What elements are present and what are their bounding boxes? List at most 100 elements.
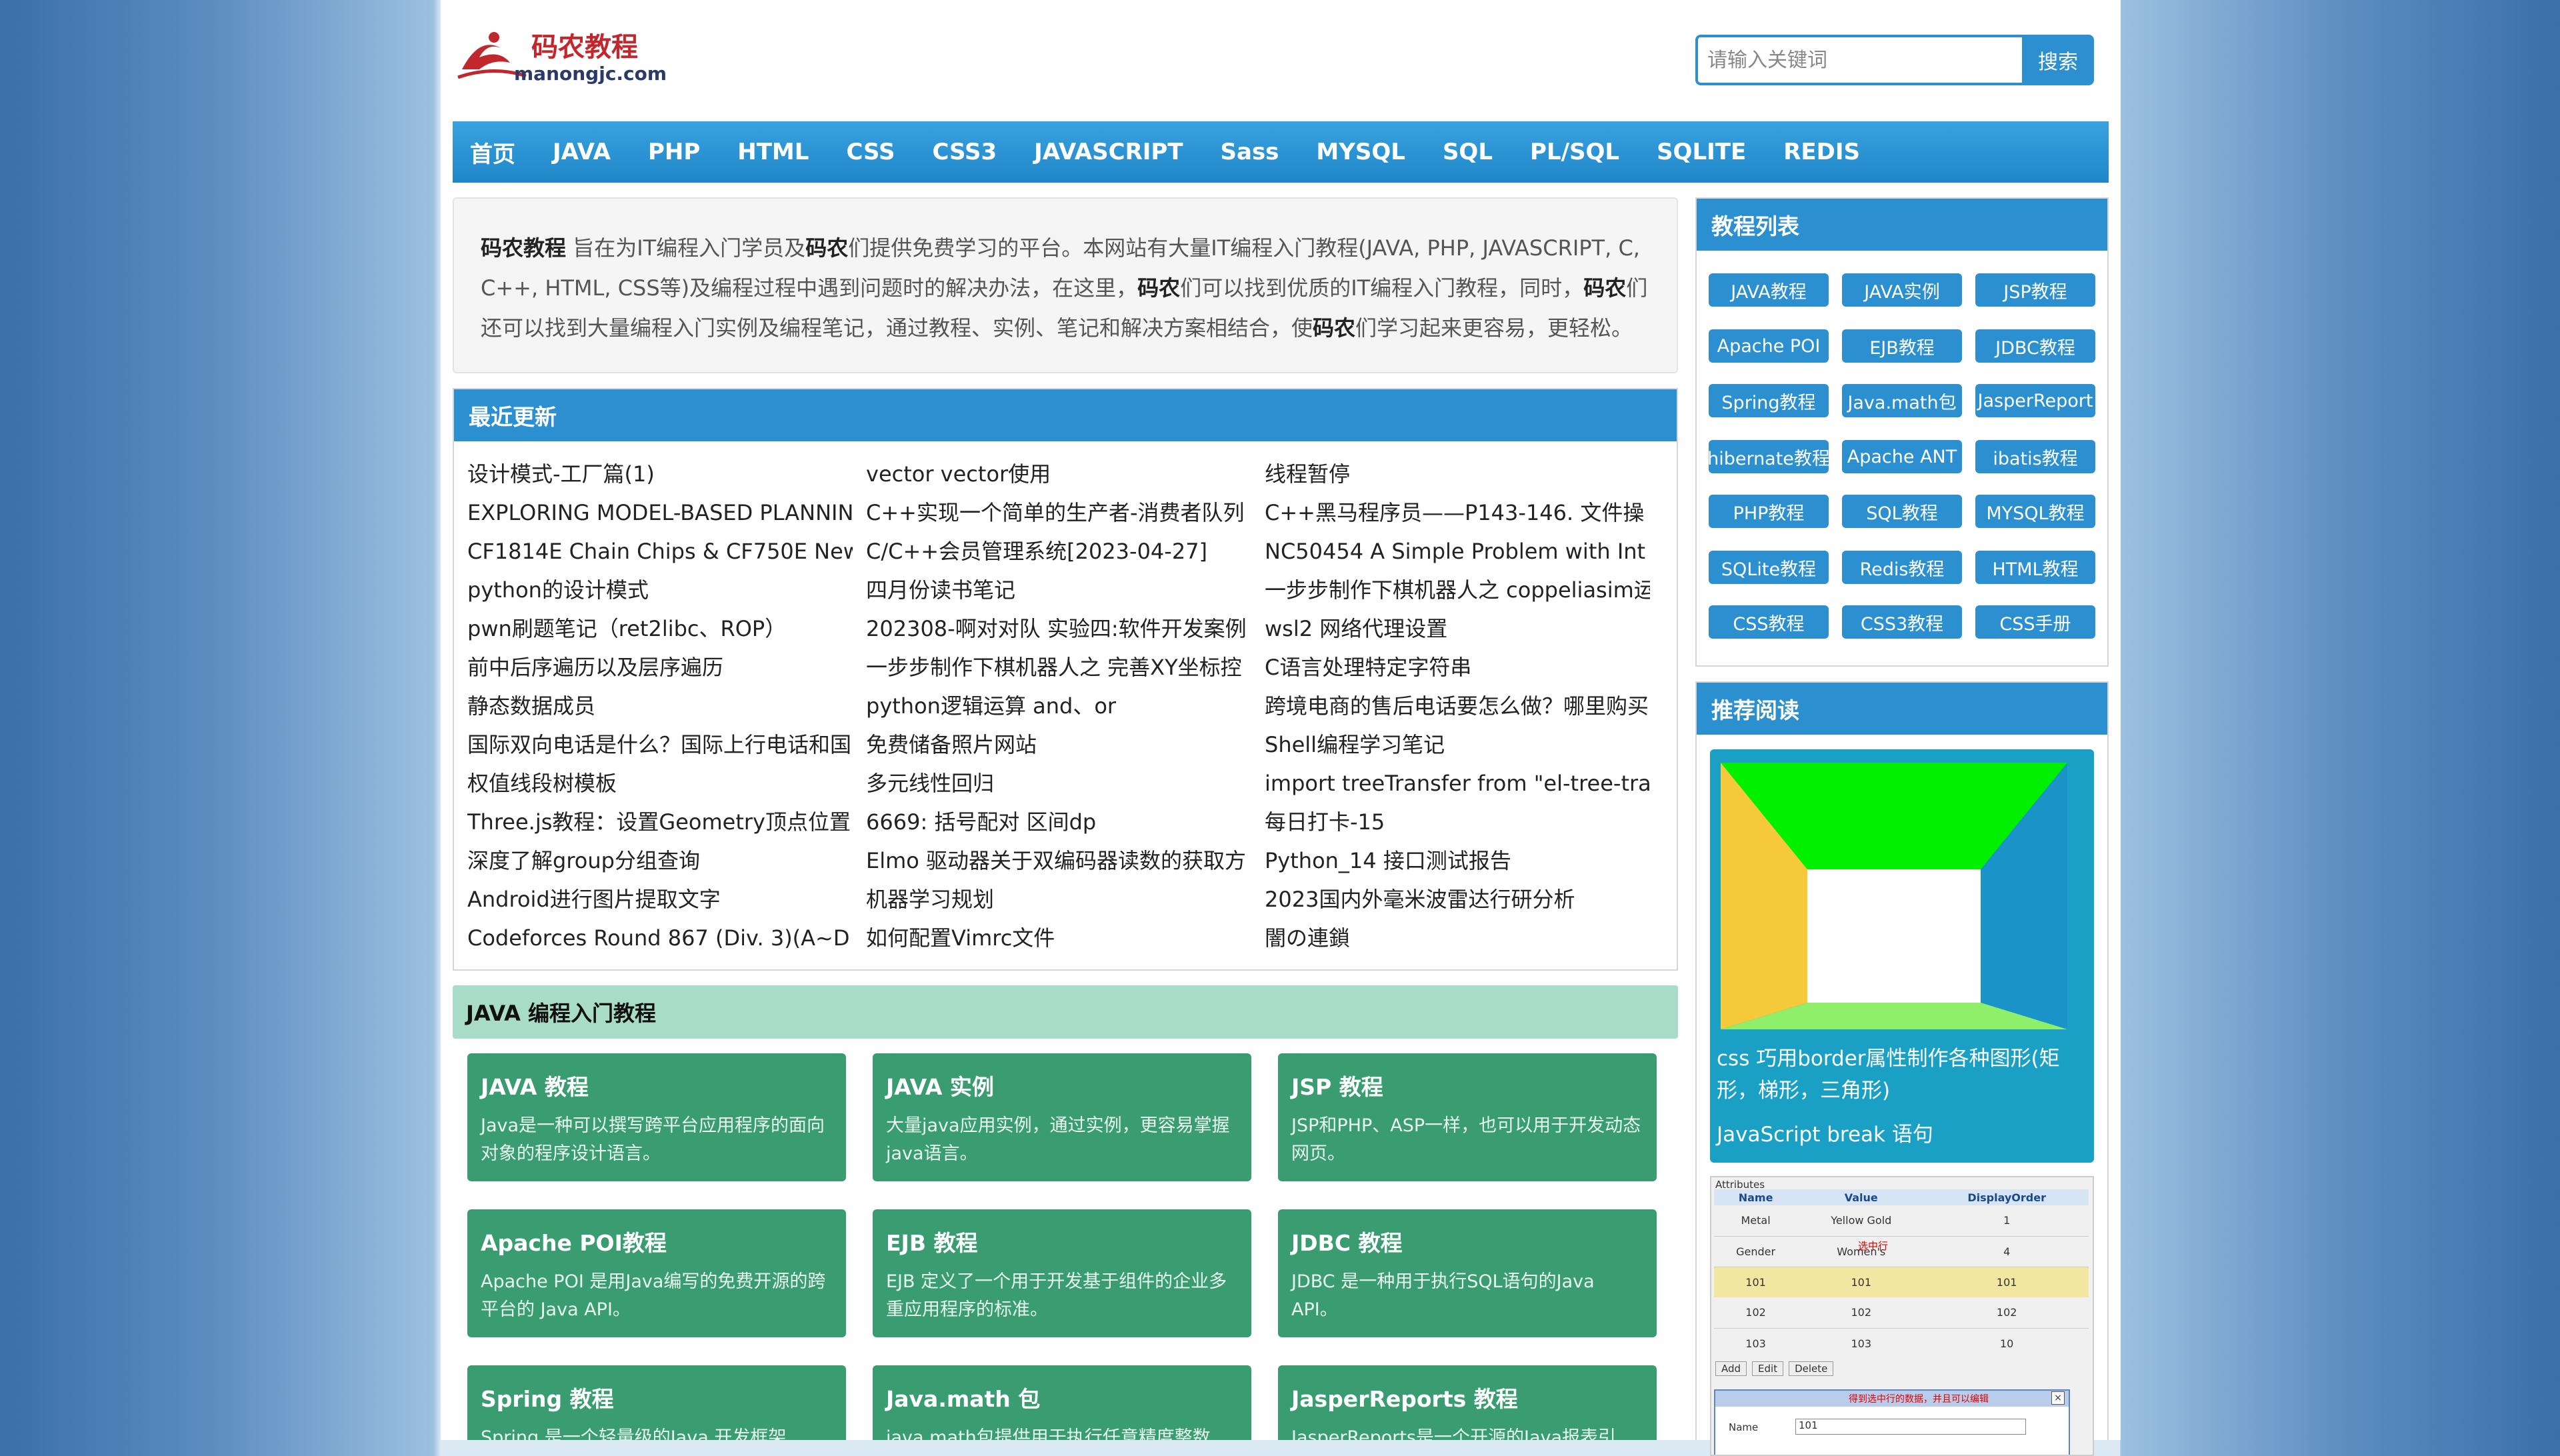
- tutorial-card-java-examples[interactable]: JAVA 实例 大量java应用实例，通过实例，更容易掌握java语言。: [873, 1053, 1251, 1181]
- recent-link[interactable]: C/C++会员管理系统[2023-04-27]: [866, 532, 1251, 571]
- tutorial-card-apache-poi[interactable]: Apache POI教程 Apache POI 是用Java编写的免费开源的跨平…: [467, 1209, 846, 1337]
- nav-item-plsql[interactable]: PL/SQL: [1530, 139, 1619, 165]
- tag-link[interactable]: EJB教程: [1842, 329, 1962, 363]
- recent-link[interactable]: 深度了解group分组查询: [467, 841, 853, 880]
- recent-link[interactable]: 一步步制作下棋机器人之 完善XY坐标控: [866, 648, 1251, 687]
- nav-item-sql[interactable]: SQL: [1443, 139, 1493, 165]
- tag-link[interactable]: Redis教程: [1842, 551, 1962, 584]
- tag-link[interactable]: HTML教程: [1975, 551, 2095, 584]
- nav-item-html[interactable]: HTML: [737, 139, 809, 165]
- tag-link[interactable]: SQL教程: [1842, 495, 1962, 528]
- dialog-field-label: Name: [1729, 1421, 1759, 1433]
- recent-link[interactable]: import treeTransfer from "el-tree-tra: [1265, 764, 1650, 803]
- recommend-link[interactable]: JavaScript break 语句: [1717, 1117, 1933, 1147]
- tag-link[interactable]: JAVA实例: [1842, 273, 1962, 307]
- recent-column-1: 设计模式-工厂篇(1) EXPLORING MODEL-BASED PLANNI…: [467, 455, 866, 957]
- recent-link[interactable]: 机器学习规划: [866, 880, 1251, 919]
- tutorial-card-jsp[interactable]: JSP 教程 JSP和PHP、ASP一样，也可以用于开发动态网页。: [1278, 1053, 1657, 1181]
- recent-link[interactable]: python逻辑运算 and、or: [866, 687, 1251, 725]
- search-button[interactable]: 搜索: [2022, 35, 2094, 85]
- tag-link[interactable]: hibernate教程: [1709, 440, 1829, 473]
- recent-link[interactable]: 国际双向电话是什么？国际上行电话和国: [467, 725, 853, 764]
- nav-item-redis[interactable]: REDIS: [1783, 139, 1860, 165]
- recent-link[interactable]: 静态数据成员: [467, 687, 853, 725]
- nav-item-sass[interactable]: Sass: [1221, 139, 1279, 165]
- tutorial-card-jasperreports[interactable]: JasperReports 教程 JasperReports是一个开源的Java…: [1278, 1365, 1657, 1440]
- tag-link[interactable]: PHP教程: [1709, 495, 1829, 528]
- nav-item-php[interactable]: PHP: [648, 139, 700, 165]
- tutorial-card-java[interactable]: JAVA 教程 Java是一种可以撰写跨平台应用程序的面向对象的程序设计语言。: [467, 1053, 846, 1181]
- recent-link[interactable]: python的设计模式: [467, 571, 853, 609]
- tag-link[interactable]: Apache ANT: [1842, 440, 1962, 473]
- recent-link[interactable]: 线程暂停: [1265, 455, 1650, 493]
- nav-item-home[interactable]: 首页: [470, 136, 515, 169]
- recent-link[interactable]: CF1814E Chain Chips & CF750E New: [467, 532, 853, 571]
- recent-link[interactable]: 四月份读书笔记: [866, 571, 1251, 609]
- recent-link[interactable]: 6669: 括号配对 区间dp: [866, 803, 1251, 841]
- tag-link[interactable]: CSS3教程: [1842, 605, 1962, 639]
- recent-link[interactable]: 202308-啊对对队 实验四:软件开发案例: [866, 609, 1251, 648]
- recent-link[interactable]: 闇の連鎖: [1265, 919, 1650, 957]
- grid-header: Value: [1844, 1191, 1878, 1204]
- grid-cell: Metal: [1741, 1214, 1771, 1227]
- tutorial-card-jdbc[interactable]: JDBC 教程 JDBC 是一种用于执行SQL语句的Java API。: [1278, 1209, 1657, 1337]
- nav-item-sqlite[interactable]: SQLITE: [1657, 139, 1746, 165]
- grid-cell: Yellow Gold: [1831, 1214, 1892, 1227]
- recent-link[interactable]: EXPLORING MODEL-BASED PLANNING: [467, 493, 853, 532]
- nav-item-mysql[interactable]: MYSQL: [1316, 139, 1405, 165]
- recent-link[interactable]: 2023国内外毫米波雷达行研分析: [1265, 880, 1650, 919]
- recent-link[interactable]: C++实现一个简单的生产者-消费者队列: [866, 493, 1251, 532]
- tag-link[interactable]: Java.math包: [1842, 384, 1962, 417]
- recommend-link[interactable]: css 巧用border属性制作各种图形(矩形，梯形，三角形): [1717, 1043, 2087, 1107]
- recent-link[interactable]: pwn刷题笔记（ret2libc、ROP）: [467, 609, 853, 648]
- tag-link[interactable]: Spring教程: [1709, 384, 1829, 417]
- recent-link[interactable]: 一步步制作下棋机器人之 coppeliasim运: [1265, 571, 1650, 609]
- logo-title: 码农教程: [531, 32, 638, 63]
- tag-link[interactable]: CSS手册: [1975, 605, 2095, 639]
- recent-link[interactable]: 如何配置Vimrc文件: [866, 919, 1251, 957]
- dialog-annotation: 得到选中行的数据，并且可以编辑: [1849, 1394, 1989, 1405]
- tag-link[interactable]: JDBC教程: [1975, 329, 2095, 363]
- recent-link[interactable]: 权值线段树模板: [467, 764, 853, 803]
- tag-link[interactable]: SQLite教程: [1709, 551, 1829, 584]
- tag-link[interactable]: ibatis教程: [1975, 440, 2095, 473]
- tag-link[interactable]: JSP教程: [1975, 273, 2095, 307]
- recent-link[interactable]: Python_14 接口测试报告: [1265, 841, 1650, 880]
- recent-link[interactable]: 跨境电商的售后电话要怎么做？哪里购买: [1265, 687, 1650, 725]
- recent-link[interactable]: 设计模式-工厂篇(1): [467, 455, 853, 493]
- tag-link[interactable]: MYSQL教程: [1975, 495, 2095, 528]
- recent-link[interactable]: C++黑马程序员——P143-146. 文件操: [1265, 493, 1650, 532]
- grid-cell: 103: [1745, 1337, 1766, 1350]
- recent-link[interactable]: NC50454 A Simple Problem with Int: [1265, 532, 1650, 571]
- recent-link[interactable]: Codeforces Round 867 (Div. 3)(A~D: [467, 919, 853, 957]
- recent-link[interactable]: Shell编程学习笔记: [1265, 725, 1650, 764]
- recent-link[interactable]: Elmo 驱动器关于双编码器读数的获取方: [866, 841, 1251, 880]
- search-input[interactable]: [1695, 35, 2022, 85]
- recent-link[interactable]: 多元线性回归: [866, 764, 1251, 803]
- recent-link[interactable]: wsl2 网络代理设置: [1265, 609, 1650, 648]
- nav-item-css3[interactable]: CSS3: [932, 139, 997, 165]
- tag-link[interactable]: JAVA教程: [1709, 273, 1829, 307]
- recent-link[interactable]: Three.js教程：设置Geometry顶点位置: [467, 803, 853, 841]
- tutorial-tags: JAVA教程 JAVA实例 JSP教程 Apache POI EJB教程 JDB…: [1697, 251, 2107, 639]
- recent-link[interactable]: 前中后序遍历以及层序遍历: [467, 648, 853, 687]
- recent-link[interactable]: 免费储备照片网站: [866, 725, 1251, 764]
- recent-link[interactable]: C语言处理特定字符串: [1265, 648, 1650, 687]
- tutorial-card-java-math[interactable]: Java.math 包 java.math包提供用于执行任意精度整数: [873, 1365, 1251, 1440]
- tag-link[interactable]: JasperReport: [1975, 384, 2095, 417]
- java-cards: JAVA 教程 Java是一种可以撰写跨平台应用程序的面向对象的程序设计语言。 …: [467, 1053, 1667, 1440]
- card-title: JasperReports 教程: [1291, 1386, 1518, 1412]
- site-logo[interactable]: 码农教程 manongjc.com: [453, 23, 667, 87]
- nav-item-javascript[interactable]: JAVASCRIPT: [1034, 139, 1183, 165]
- recent-link[interactable]: vector vector使用: [866, 455, 1251, 493]
- recent-link[interactable]: Android进行图片提取文字: [467, 880, 853, 919]
- recommend-card[interactable]: css 巧用border属性制作各种图形(矩形，梯形，三角形) JavaScri…: [1710, 749, 2094, 1163]
- tag-link[interactable]: CSS教程: [1709, 605, 1829, 639]
- nav-item-css[interactable]: CSS: [846, 139, 895, 165]
- recent-link[interactable]: 每日打卡-15: [1265, 803, 1650, 841]
- tag-link[interactable]: Apache POI: [1709, 329, 1829, 363]
- tutorial-card-spring[interactable]: Spring 教程 Spring 是一个轻量级的Java 开发框架: [467, 1365, 846, 1440]
- grid-header: Name: [1738, 1191, 1773, 1204]
- nav-item-java[interactable]: JAVA: [553, 139, 611, 165]
- tutorial-card-ejb[interactable]: EJB 教程 EJB 定义了一个用于开发基于组件的企业多重应用程序的标准。: [873, 1209, 1251, 1337]
